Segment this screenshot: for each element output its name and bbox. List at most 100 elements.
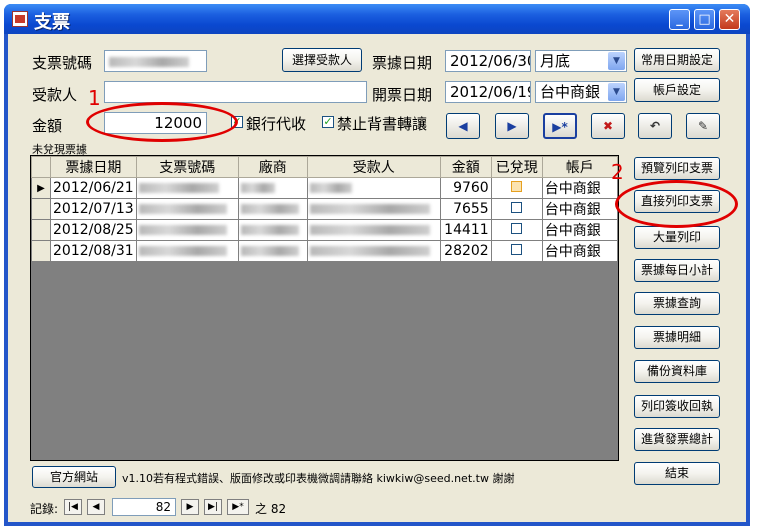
issue-date-label: 開票日期: [372, 86, 433, 104]
column-header[interactable]: 已兌現: [490, 156, 543, 178]
next-record-button[interactable]: ▶: [495, 113, 529, 139]
payee-cell[interactable]: [306, 219, 441, 241]
vendor-cell[interactable]: [237, 177, 308, 199]
payee-field[interactable]: [104, 81, 367, 103]
current-record-field[interactable]: 82: [112, 498, 176, 516]
record-total: 之 82: [255, 502, 287, 516]
vendor-cell[interactable]: [237, 198, 308, 220]
table-row[interactable]: 2012/08/25 14411 台中商銀: [31, 219, 618, 241]
close-button[interactable]: ✕: [719, 9, 740, 30]
account-cell[interactable]: 台中商銀: [541, 240, 618, 262]
common-dates-button[interactable]: 常用日期設定: [634, 48, 720, 72]
check-no-cell[interactable]: [135, 198, 239, 220]
payee-cell[interactable]: [306, 240, 441, 262]
date-cell[interactable]: 2012/06/21: [50, 177, 137, 199]
cashed-checkbox-cell[interactable]: [490, 177, 543, 199]
date-cell[interactable]: 2012/07/13: [50, 198, 137, 220]
contact-notice: v1.10若有程式錯誤、版面修改或印表機微調請聯絡 kiwkiw@seed.ne…: [122, 472, 515, 485]
cashed-checkbox-cell[interactable]: [490, 219, 543, 241]
bank-collect-label: 銀行代收: [246, 115, 307, 133]
bill-date-field[interactable]: 2012/06/30: [445, 50, 531, 72]
preview-print-check-button[interactable]: 預覽列印支票: [634, 157, 720, 180]
cashed-checkbox-cell[interactable]: [490, 240, 543, 262]
new-record-nav-button[interactable]: ▶*: [227, 499, 249, 515]
edit-button[interactable]: ✎: [686, 113, 720, 139]
check-no-cell[interactable]: [135, 177, 239, 199]
column-header[interactable]: 金額: [439, 156, 492, 178]
account-settings-button[interactable]: 帳戶設定: [634, 78, 720, 102]
bill-date-selected: 月底: [540, 52, 571, 70]
row-selector[interactable]: [31, 219, 51, 241]
backup-database-button[interactable]: 備份資料庫: [634, 360, 720, 383]
date-cell[interactable]: 2012/08/25: [50, 219, 137, 241]
record-label: 記錄:: [30, 502, 59, 516]
column-header[interactable]: 受款人: [306, 156, 441, 178]
issue-date-field[interactable]: 2012/06/19: [445, 81, 531, 103]
maximize-button[interactable]: □: [694, 9, 715, 30]
cashed-checkbox[interactable]: [511, 202, 523, 213]
prev-record-button[interactable]: ◀: [446, 113, 480, 139]
cashed-checkbox[interactable]: [511, 244, 523, 255]
payee-cell[interactable]: [306, 198, 441, 220]
chevron-down-icon[interactable]: ▼: [608, 83, 625, 101]
bill-date-select[interactable]: 月底 ▼: [535, 50, 627, 72]
check-no-field[interactable]: [104, 50, 207, 72]
check-details-button[interactable]: 票據明細: [634, 326, 720, 349]
check-no-cell[interactable]: [135, 240, 239, 262]
amount-label: 金額: [32, 117, 63, 135]
bank-selected: 台中商銀: [540, 83, 601, 101]
amount-cell[interactable]: 9760: [439, 177, 492, 199]
table-row[interactable]: ▶ 2012/06/21 9760 台中商銀: [31, 177, 618, 199]
annotation-marker-2: 2: [611, 160, 624, 184]
column-header[interactable]: 支票號碼: [135, 156, 239, 178]
prev-record-nav-button[interactable]: ◀: [87, 499, 105, 515]
purchase-invoice-total-button[interactable]: 進貨發票總計: [634, 428, 720, 451]
row-selector[interactable]: [31, 198, 51, 220]
vendor-cell[interactable]: [237, 219, 308, 241]
next-record-nav-button[interactable]: ▶: [181, 499, 199, 515]
payee-cell[interactable]: [306, 177, 441, 199]
account-cell[interactable]: 台中商銀: [541, 219, 618, 241]
daily-subtotal-button[interactable]: 票據每日小計: [634, 259, 720, 282]
check-no-cell[interactable]: [135, 219, 239, 241]
check-no-label: 支票號碼: [32, 54, 93, 72]
no-endorse-checkbox[interactable]: ✓: [322, 116, 334, 128]
window-title: 支票: [34, 12, 70, 33]
annotation-oval-2: [615, 180, 738, 228]
cashed-checkbox[interactable]: [511, 223, 523, 234]
account-cell[interactable]: 台中商銀: [541, 177, 618, 199]
check-query-button[interactable]: 票據查詢: [634, 292, 720, 315]
cashed-checkbox-cell[interactable]: [490, 198, 543, 220]
account-cell[interactable]: 台中商銀: [541, 198, 618, 220]
row-selector[interactable]: [31, 240, 51, 262]
column-header[interactable]: 票據日期: [50, 156, 137, 178]
bulk-print-button[interactable]: 大量列印: [634, 226, 720, 249]
minimize-button[interactable]: _: [669, 9, 690, 30]
bank-select[interactable]: 台中商銀 ▼: [535, 81, 627, 103]
app-icon: [12, 11, 28, 27]
table-row[interactable]: 2012/08/31 28202 台中商銀: [31, 240, 618, 262]
first-record-button[interactable]: |◀: [64, 499, 82, 515]
row-selector-header: [31, 156, 51, 178]
undo-button[interactable]: ↶: [638, 113, 672, 139]
select-payee-button[interactable]: 選擇受款人: [282, 48, 362, 72]
table-row[interactable]: 2012/07/13 7655 台中商銀: [31, 198, 618, 220]
last-record-button[interactable]: ▶|: [204, 499, 222, 515]
amount-cell[interactable]: 28202: [439, 240, 492, 262]
title-bar: 支票 _ □ ✕: [4, 4, 750, 34]
cashed-checkbox[interactable]: [511, 181, 523, 192]
chevron-down-icon[interactable]: ▼: [608, 52, 625, 70]
exit-button[interactable]: 結束: [634, 462, 720, 485]
column-header[interactable]: 帳戶: [541, 156, 618, 178]
amount-cell[interactable]: 7655: [439, 198, 492, 220]
bill-date-label: 票據日期: [372, 54, 433, 72]
amount-cell[interactable]: 14411: [439, 219, 492, 241]
new-record-button[interactable]: ▶*: [543, 113, 577, 139]
print-receipt-button[interactable]: 列印簽收回執: [634, 395, 720, 418]
date-cell[interactable]: 2012/08/31: [50, 240, 137, 262]
column-header[interactable]: 廠商: [237, 156, 308, 178]
uncashed-checks-grid: 票據日期 支票號碼 廠商 受款人 金額 已兌現 帳戶 ▶ 2012/06/21 …: [30, 155, 619, 461]
delete-record-button[interactable]: ✖: [591, 113, 625, 139]
vendor-cell[interactable]: [237, 240, 308, 262]
official-website-button[interactable]: 官方網站: [32, 466, 116, 488]
